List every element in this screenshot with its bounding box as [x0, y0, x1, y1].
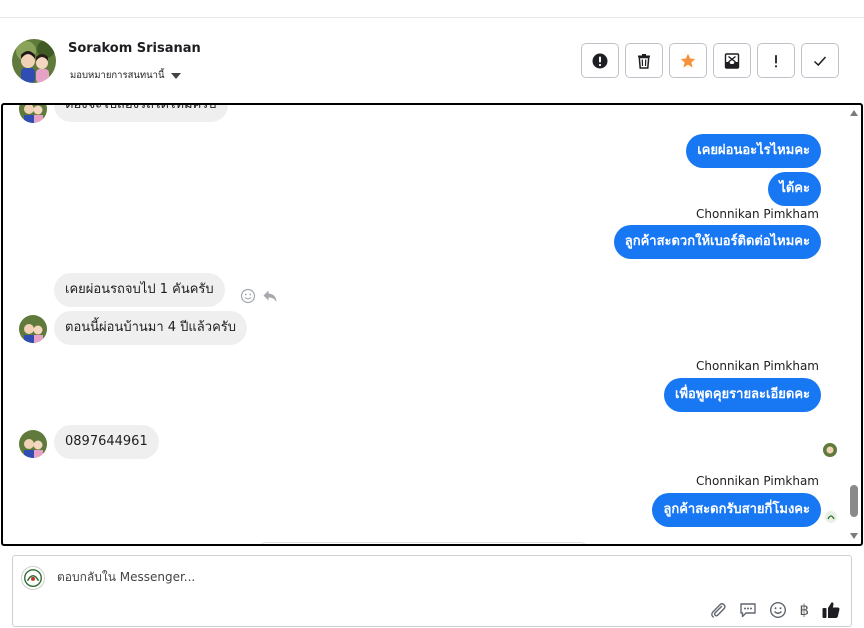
- thread-scrollbar[interactable]: [847, 105, 861, 544]
- outgoing-message-bubble[interactable]: ได้คะ: [768, 172, 821, 206]
- exclamation-icon: [774, 54, 778, 67]
- alert-circle-icon: [592, 53, 608, 68]
- new-message-indicator: [258, 542, 588, 544]
- contact-avatar-small: [19, 105, 47, 123]
- message-thread[interactable]: ต้องจะไปส่องรถได้ไหมครับ เคยผ่อนอะไรไหมค…: [1, 103, 863, 546]
- emoji-button[interactable]: [769, 601, 787, 619]
- outgoing-message-bubble[interactable]: ลูกค้าสะดกรับสายกี่โมงคะ: [652, 493, 821, 527]
- trash-icon: [638, 53, 650, 69]
- caret-down-icon: [170, 73, 181, 79]
- react-smiley-icon[interactable]: [240, 288, 256, 304]
- sender-name: Chonnikan Pimkham: [696, 359, 819, 373]
- outgoing-message-bubble[interactable]: เพื่อพูดคุยรายละเอียดคะ: [664, 378, 821, 412]
- contact-name[interactable]: Sorakom Srisanan: [68, 41, 201, 56]
- message-hover-actions: [240, 288, 278, 304]
- sender-name: Chonnikan Pimkham: [696, 474, 819, 488]
- thumbs-up-icon: [822, 602, 840, 618]
- contact-avatar[interactable]: [12, 39, 56, 83]
- delivered-avatar: [825, 511, 837, 523]
- incoming-message-bubble[interactable]: ตอนนี้ผ่อนบ้านมา 4 ปีแล้วครับ: [54, 311, 248, 345]
- incoming-message-bubble[interactable]: 0897644961: [54, 425, 159, 459]
- like-button[interactable]: [821, 600, 841, 620]
- outgoing-message-bubble[interactable]: เคยผ่อนอะไรไหมคะ: [686, 134, 821, 168]
- assign-label: มอบหมายการสนทนานี้: [70, 70, 165, 81]
- composer-tools: ฿: [709, 600, 841, 620]
- sender-name: Chonnikan Pimkham: [696, 207, 819, 221]
- mark-spam-button[interactable]: [581, 43, 619, 78]
- page-avatar: [21, 566, 45, 590]
- paperclip-icon: [711, 603, 727, 618]
- follow-up-button[interactable]: [757, 43, 795, 78]
- archive-button[interactable]: [713, 43, 751, 78]
- baht-icon[interactable]: ฿: [799, 601, 809, 619]
- envelope-x-icon: [724, 52, 740, 69]
- reply-input[interactable]: [57, 570, 757, 584]
- scroll-up-arrow[interactable]: [850, 110, 858, 116]
- conversation-header: Sorakom Srisanan มอบหมายการสนทนานี้: [0, 18, 864, 104]
- messenger-inbox: Sorakom Srisanan มอบหมายการสนทนานี้ ต้อง…: [0, 0, 864, 628]
- attach-button[interactable]: [709, 601, 727, 619]
- incoming-message-bubble[interactable]: ต้องจะไปส่องรถได้ไหมครับ: [54, 105, 228, 122]
- star-button[interactable]: [669, 43, 707, 78]
- scroll-down-arrow[interactable]: [850, 533, 858, 539]
- check-icon: [813, 55, 827, 66]
- chat-icon: [740, 603, 757, 618]
- contact-avatar-small: [19, 315, 47, 343]
- assign-conversation-dropdown[interactable]: มอบหมายการสนทนานี้: [70, 68, 181, 83]
- seen-avatar: [823, 443, 837, 457]
- scroll-thumb[interactable]: [850, 485, 858, 517]
- contact-avatar-small: [19, 430, 47, 458]
- reply-icon[interactable]: [262, 288, 278, 304]
- outgoing-message-bubble[interactable]: ลูกค้าสะดวกให้เบอร์ติดต่อไหมคะ: [613, 225, 821, 259]
- star-icon: [680, 53, 696, 67]
- smiley-icon: [770, 601, 787, 619]
- saved-replies-button[interactable]: [739, 601, 757, 619]
- incoming-message-bubble[interactable]: เคยผ่อนรถจบไป 1 คันครับ: [54, 273, 225, 307]
- mark-done-button[interactable]: [801, 43, 839, 78]
- delete-button[interactable]: [625, 43, 663, 78]
- action-toolbar: [581, 43, 839, 78]
- reply-composer: ฿: [12, 555, 852, 627]
